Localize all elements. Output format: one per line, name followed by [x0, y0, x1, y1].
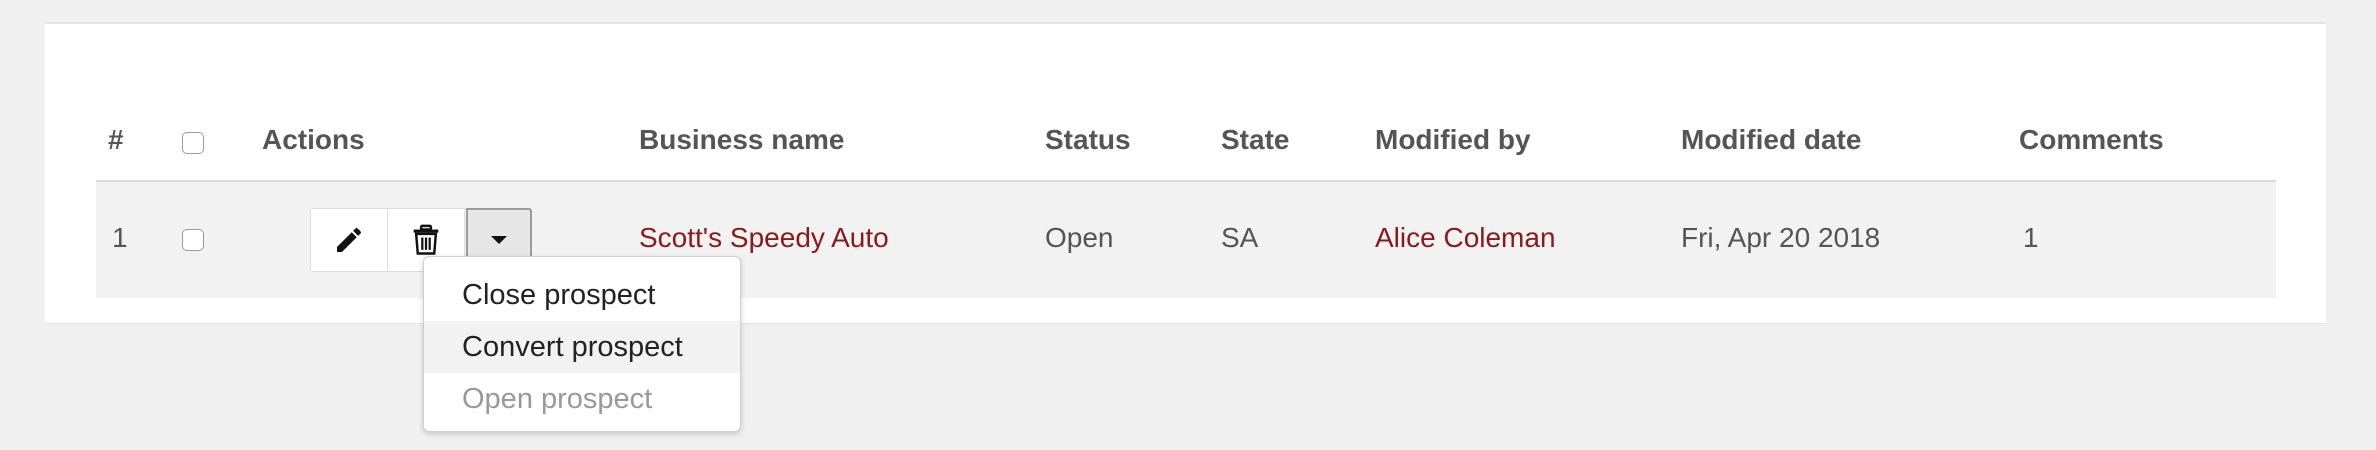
- open-prospect-menu-item: Open prospect: [462, 383, 653, 415]
- convert-prospect-menu-item[interactable]: Convert prospect: [424, 321, 740, 373]
- column-header-status[interactable]: Status: [1045, 124, 1131, 156]
- trash-icon: [413, 224, 439, 255]
- row-actions-dropdown-menu: Close prospect Convert prospect Open pro…: [423, 256, 741, 432]
- status-cell: Open: [1045, 222, 1114, 253]
- column-header-modified-date[interactable]: Modified date: [1681, 124, 1861, 156]
- comments-count-cell: 1: [2023, 222, 2039, 253]
- caret-down-icon: [491, 236, 507, 244]
- modified-by-link[interactable]: Alice Coleman: [1375, 222, 1556, 254]
- edit-button[interactable]: [310, 208, 388, 272]
- close-prospect-menu-item[interactable]: Close prospect: [424, 269, 740, 321]
- column-header-state[interactable]: State: [1221, 124, 1289, 156]
- column-header-index: #: [108, 124, 124, 155]
- column-header-comments[interactable]: Comments: [2019, 124, 2164, 156]
- row-index: 1: [112, 222, 128, 253]
- column-header-actions: Actions: [262, 124, 365, 155]
- table-header: # Actions Business name Status State Mod…: [96, 92, 2276, 182]
- pencil-icon: [337, 227, 362, 252]
- modified-date-cell: Fri, Apr 20 2018: [1681, 222, 1881, 253]
- business-name-link[interactable]: Scott's Speedy Auto: [639, 222, 889, 254]
- column-header-modified-by[interactable]: Modified by: [1375, 124, 1531, 156]
- column-header-business-name[interactable]: Business name: [639, 124, 844, 156]
- state-cell: SA: [1221, 222, 1259, 253]
- prospects-panel: # Actions Business name Status State Mod…: [45, 22, 2326, 324]
- row-select-checkbox[interactable]: [182, 229, 204, 251]
- select-all-checkbox[interactable]: [182, 132, 204, 154]
